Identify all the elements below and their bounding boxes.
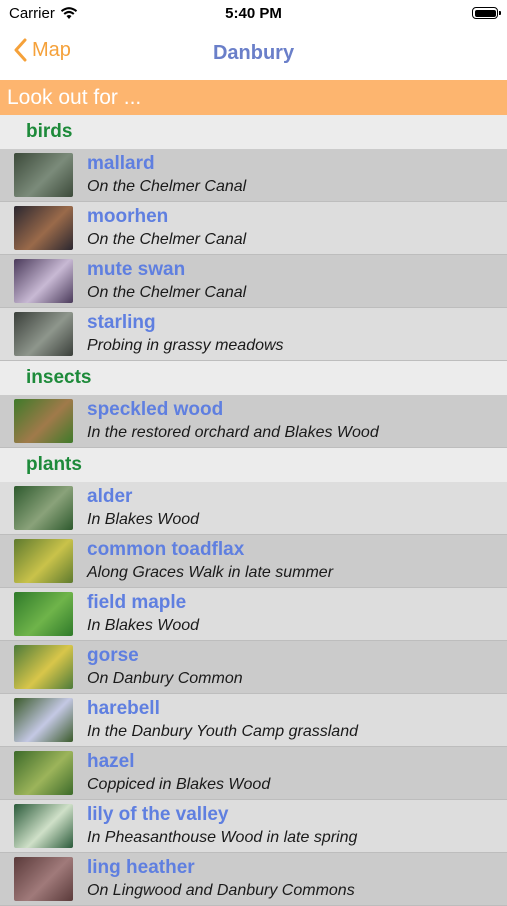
- section-header: plants: [0, 448, 507, 482]
- species-name: speckled wood: [87, 399, 224, 420]
- species-location: In Blakes Wood: [87, 511, 200, 528]
- species-thumbnail: [14, 539, 73, 583]
- species-row[interactable]: common toadflax Along Graces Walk in late…: [0, 535, 507, 588]
- species-row[interactable]: mallard On the Chelmer Canal: [0, 149, 507, 202]
- species-row[interactable]: moorhen On the Chelmer Canal: [0, 202, 507, 255]
- species-location: In the Danbury Youth Camp grassland: [87, 723, 358, 740]
- species-location: Along Graces Walk in late summer: [87, 564, 334, 581]
- species-row[interactable]: field maple In Blakes Wood: [0, 588, 507, 641]
- species-location: In Pheasanthouse Wood in late spring: [87, 829, 358, 846]
- species-thumbnail: [14, 153, 73, 197]
- species-name: lily of the valley: [87, 804, 229, 825]
- species-thumbnail: [14, 645, 73, 689]
- species-name: mallard: [87, 153, 155, 174]
- species-location: Probing in grassy meadows: [87, 337, 284, 354]
- navigation-bar: Map Danbury: [0, 28, 507, 80]
- section-header: birds: [0, 115, 507, 149]
- species-name: hazel: [87, 751, 135, 772]
- species-thumbnail: [14, 698, 73, 742]
- species-name: harebell: [87, 698, 160, 719]
- species-row[interactable]: speckled wood In the restored orchard and…: [0, 395, 507, 448]
- species-list: birds mallard On the Chelmer Canal moorhen O…: [0, 115, 507, 906]
- species-row[interactable]: mute swan On the Chelmer Canal: [0, 255, 507, 308]
- species-name: field maple: [87, 592, 187, 613]
- section-header: insects: [0, 361, 507, 395]
- species-name: mute swan: [87, 259, 186, 280]
- species-thumbnail: [14, 206, 73, 250]
- species-thumbnail: [14, 751, 73, 795]
- species-row[interactable]: ling heather On Lingwood and Danbury Comm…: [0, 853, 507, 906]
- species-row[interactable]: starling Probing in grassy meadows: [0, 308, 507, 361]
- species-location: In Blakes Wood: [87, 617, 200, 634]
- species-location: On Lingwood and Danbury Commons: [87, 882, 355, 899]
- species-location: On the Chelmer Canal: [87, 231, 247, 248]
- species-row[interactable]: lily of the valley In Pheasanthouse Wood …: [0, 800, 507, 853]
- species-thumbnail: [14, 592, 73, 636]
- page-title: Danbury: [212, 42, 295, 64]
- species-thumbnail: [14, 312, 73, 356]
- species-thumbnail: [14, 804, 73, 848]
- species-location: On the Chelmer Canal: [87, 284, 247, 301]
- species-thumbnail: [14, 399, 73, 443]
- species-location: In the restored orchard and Blakes Wood: [87, 424, 379, 441]
- look-out-banner: Look out for ...: [0, 80, 507, 115]
- species-name: gorse: [87, 645, 139, 666]
- species-location: Coppiced in Blakes Wood: [87, 776, 271, 793]
- species-name: moorhen: [87, 206, 169, 227]
- species-row[interactable]: alder In Blakes Wood: [0, 482, 507, 535]
- clock: 5:40 PM: [225, 5, 282, 22]
- species-thumbnail: [14, 259, 73, 303]
- species-name: common toadflax: [87, 539, 245, 560]
- battery-icon: [472, 7, 501, 19]
- status-bar: Carrier 5:40 PM: [0, 0, 507, 28]
- species-thumbnail: [14, 486, 73, 530]
- species-row[interactable]: gorse On Danbury Common: [0, 641, 507, 694]
- species-row[interactable]: harebell In the Danbury Youth Camp grassl…: [0, 694, 507, 747]
- species-name: starling: [87, 312, 156, 333]
- species-thumbnail: [14, 857, 73, 901]
- species-location: On Danbury Common: [87, 670, 243, 687]
- species-row[interactable]: hazel Coppiced in Blakes Wood: [0, 747, 507, 800]
- species-name: ling heather: [87, 857, 195, 878]
- species-name: alder: [87, 486, 133, 507]
- species-location: On the Chelmer Canal: [87, 178, 247, 195]
